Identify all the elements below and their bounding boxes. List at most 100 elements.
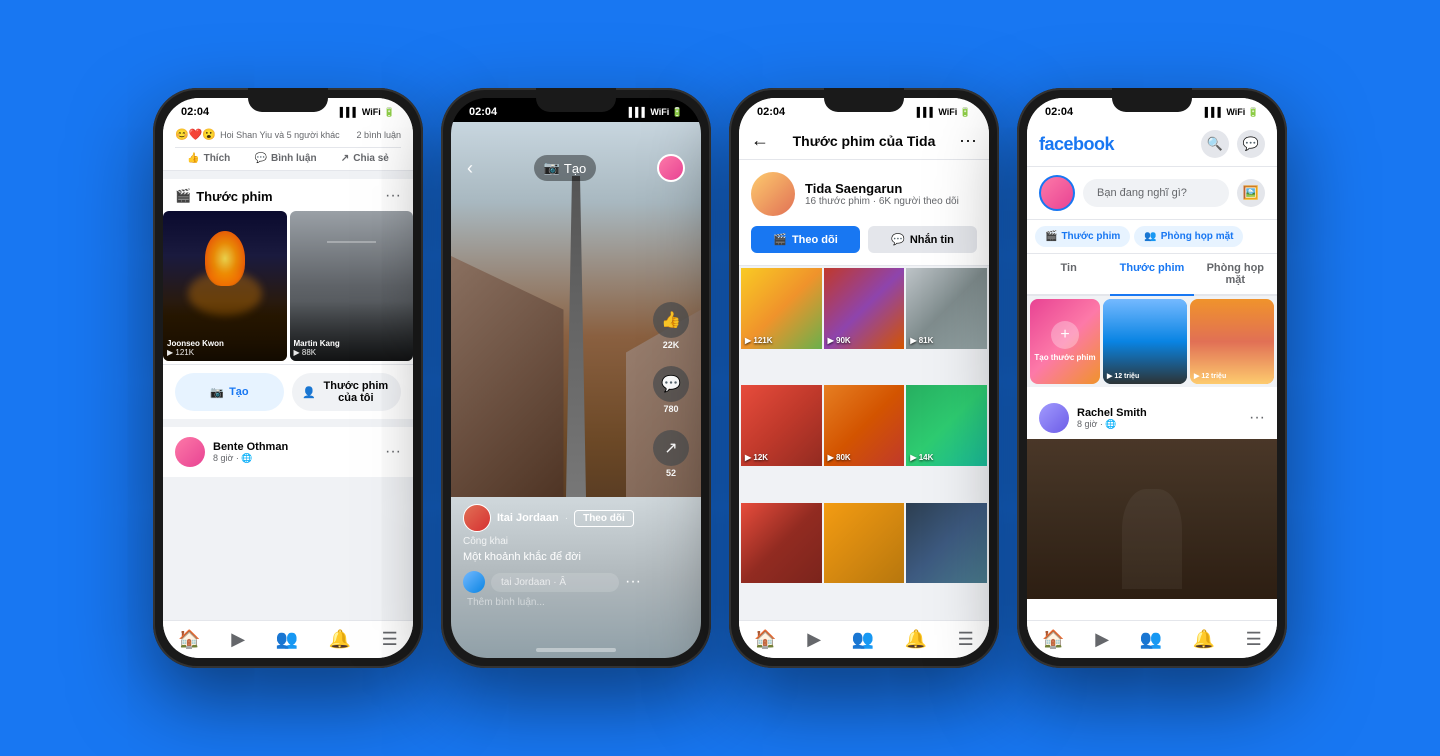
messenger-button-4[interactable]: 💬 <box>1237 130 1265 158</box>
create-button-2[interactable]: 📷 Tạo <box>534 155 597 181</box>
nav-notifications-3[interactable]: 🔔 <box>905 629 927 650</box>
shortcut-reels[interactable]: 🎬 Thước phim <box>1035 226 1130 247</box>
nav-notifications-4[interactable]: 🔔 <box>1193 629 1215 650</box>
nav-notifications-1[interactable]: 🔔 <box>329 629 351 650</box>
back-button-2[interactable]: ‹ <box>467 158 473 179</box>
photo-button-4[interactable]: 🖼️ <box>1237 179 1265 207</box>
nav-groups-4[interactable]: 👥 <box>1140 629 1162 650</box>
tab-news[interactable]: Tin <box>1027 254 1110 296</box>
nav-groups-3[interactable]: 👥 <box>852 629 874 650</box>
feed-more-icon-4[interactable]: ··· <box>1249 409 1265 427</box>
tab-reels[interactable]: Thước phim <box>1110 254 1193 296</box>
grid-item-7[interactable] <box>741 503 822 584</box>
grid-item-6[interactable]: ▶ 14K <box>906 385 987 466</box>
search-button-4[interactable]: 🔍 <box>1201 130 1229 158</box>
my-avatar-4 <box>1039 175 1075 211</box>
road <box>566 176 586 498</box>
user-avatar-2[interactable] <box>657 154 685 182</box>
reel-info-1: Joonseo Kwon ▶ 121K <box>167 339 283 357</box>
create-reel-4[interactable]: + Tạo thước phim <box>1030 299 1100 384</box>
grid-item-3[interactable]: ▶ 81K <box>906 268 987 349</box>
nav-groups-1[interactable]: 👥 <box>276 629 298 650</box>
feed-video-4[interactable] <box>1027 439 1277 599</box>
comment-circle: 💬 <box>653 366 689 402</box>
comment-more-icon[interactable]: ··· <box>625 573 641 591</box>
back-button-3[interactable]: ← <box>751 130 769 151</box>
nav-home-3[interactable]: 🏠 <box>754 629 776 650</box>
signal-icons-1: ▌▌▌ WiFi 🔋 <box>340 107 395 118</box>
nav-menu-1[interactable]: ☰ <box>382 629 398 650</box>
shortcut-rooms[interactable]: 👥 Phòng họp mặt <box>1134 226 1243 247</box>
home-indicator-2 <box>536 648 616 652</box>
profile-info: Tida Saengarun 16 thước phim · 6K người … <box>805 181 959 207</box>
header-icons-4: 🔍 💬 <box>1201 130 1265 158</box>
grid-item-4[interactable]: ▶ 12K <box>741 385 822 466</box>
grid-item-9[interactable] <box>906 503 987 584</box>
cliff-left <box>451 256 564 524</box>
add-comment-field[interactable]: Thêm bình luận... <box>463 597 641 608</box>
notch-1 <box>248 88 328 112</box>
profile-section: Tida Saengarun 16 thước phim · 6K người … <box>739 160 989 266</box>
p3-header: ← Thước phim của Tida ··· <box>739 122 989 160</box>
user-info: Bente Othman 8 giờ · 🌐 <box>213 441 288 464</box>
nav-reels-1[interactable]: ▶ <box>231 629 245 650</box>
reel-thumb-1[interactable]: ▶ 12 triệu <box>1103 299 1187 384</box>
bottom-nav-4: 🏠 ▶ 👥 🔔 ☰ <box>1027 620 1277 658</box>
reels-shortcut-icon: 🎬 <box>1045 231 1057 242</box>
reel-item-2[interactable]: Martin Kang ▶ 88K <box>290 211 414 361</box>
nav-reels-4[interactable]: ▶ <box>1095 629 1109 650</box>
nav-home-1[interactable]: 🏠 <box>178 629 200 650</box>
reel-thumb-2[interactable]: ▶ 12 triệu <box>1190 299 1274 384</box>
phone-1: 02:04 ▌▌▌ WiFi 🔋 😊❤️😮 Hoi Shan Yiu và 5 … <box>153 88 423 668</box>
post-more-icon[interactable]: ··· <box>385 443 401 461</box>
reactions-row: 😊❤️😮 Hoi Shan Yiu và 5 người khác 2 bình… <box>175 128 401 141</box>
facebook-logo: facebook <box>1039 134 1114 155</box>
time-1: 02:04 <box>181 106 209 118</box>
grid-item-2[interactable]: ▶ 90K <box>824 268 905 349</box>
feed-avatar-4 <box>1039 403 1069 433</box>
share-icon: ↗ <box>341 153 349 164</box>
screen-2: 02:04 ▌▌▌ WiFi 🔋 ‹ 📷 <box>451 98 701 658</box>
screen-4: 02:04 ▌▌▌ WiFi 🔋 facebook 🔍 💬 Bạn đang n… <box>1027 98 1277 658</box>
more-button-3[interactable]: ··· <box>959 130 977 151</box>
profile-row: Tida Saengarun 16 thước phim · 6K người … <box>751 172 977 216</box>
screen-3: 02:04 ▌▌▌ WiFi 🔋 ← Thước phim của Tida ·… <box>739 98 989 658</box>
my-reels-button[interactable]: 👤 Thước phim của tôi <box>292 373 401 411</box>
grid-item-5[interactable]: ▶ 80K <box>824 385 905 466</box>
comment-button[interactable]: 💬 Bình luận <box>255 153 317 164</box>
camera-icon: 📷 <box>210 386 224 399</box>
reels-more-btn[interactable]: ··· <box>385 187 401 205</box>
follow-button-3[interactable]: 🎬 Theo dõi <box>751 226 860 253</box>
share-button[interactable]: ↗ Chia sẻ <box>341 153 389 164</box>
create-reel-icon-4: + <box>1051 321 1079 349</box>
feed-post-4: Rachel Smith 8 giờ · 🌐 ··· <box>1027 393 1277 620</box>
feed-post-header: Rachel Smith 8 giờ · 🌐 ··· <box>1027 393 1277 439</box>
follow-button-2[interactable]: Theo dõi <box>574 510 634 527</box>
shortcuts-row: 🎬 Thước phim 👥 Phòng họp mặt <box>1027 220 1277 254</box>
comment-action[interactable]: 💬 780 <box>653 366 689 414</box>
signal-icons-3: ▌▌▌ WiFi 🔋 <box>917 107 971 118</box>
grid-item-8[interactable] <box>824 503 905 584</box>
avatar-1 <box>175 437 205 467</box>
nav-menu-3[interactable]: ☰ <box>958 629 974 650</box>
nav-reels-3[interactable]: ▶ <box>807 629 821 650</box>
video-user-avatar <box>463 504 491 532</box>
nav-menu-4[interactable]: ☰ <box>1246 629 1262 650</box>
reel-item-1[interactable]: Joonseo Kwon ▶ 121K <box>163 211 287 361</box>
thinking-input[interactable]: Bạn đang nghĩ gì? <box>1083 179 1229 207</box>
video-user-row: Itai Jordaan · Theo dõi <box>463 504 641 532</box>
like-action[interactable]: 👍 22K <box>653 302 689 350</box>
profile-buttons: 🎬 Theo dõi 💬 Nhắn tin <box>751 226 977 253</box>
tab-rooms[interactable]: Phòng họp mặt <box>1194 254 1277 296</box>
video-bottom-info: Itai Jordaan · Theo dõi Công khai Một kh… <box>463 504 641 608</box>
video-container[interactable]: ‹ 📷 Tạo 👍 22K 💬 780 <box>451 122 701 658</box>
person-icon: 👤 <box>302 386 316 399</box>
share-action[interactable]: ↗ 52 <box>653 430 689 478</box>
create-reel-button[interactable]: 📷 Tạo <box>175 373 284 411</box>
like-button[interactable]: 👍 Thích <box>187 153 230 164</box>
video-caption: Một khoảnh khắc để đời <box>463 551 641 563</box>
phone-2: 02:04 ▌▌▌ WiFi 🔋 ‹ 📷 <box>441 88 711 668</box>
message-button-3[interactable]: 💬 Nhắn tin <box>868 226 977 253</box>
nav-home-4[interactable]: 🏠 <box>1042 629 1064 650</box>
grid-item-1[interactable]: ▶ 121K <box>741 268 822 349</box>
